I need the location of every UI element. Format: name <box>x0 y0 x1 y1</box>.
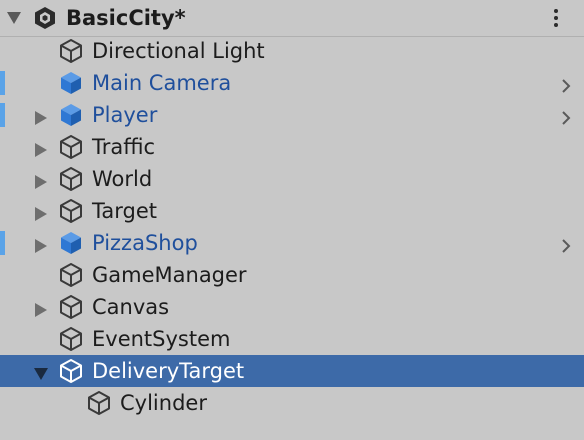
prefab-override-marker <box>0 231 5 255</box>
cube-outline-icon <box>58 166 84 192</box>
expand-right-icon[interactable] <box>33 171 49 189</box>
hierarchy-item-label: PizzaShop <box>92 231 198 255</box>
scene-title: BasicCity* <box>66 6 186 30</box>
cube-outline-icon <box>58 358 84 384</box>
hierarchy-item-target[interactable]: Target <box>0 195 584 227</box>
kebab-menu-icon[interactable] <box>545 6 567 30</box>
hierarchy-item-pizzashop[interactable]: PizzaShop <box>0 227 584 259</box>
hierarchy-item-cylinder[interactable]: Cylinder <box>0 387 584 419</box>
expand-right-icon[interactable] <box>33 139 49 157</box>
hierarchy-item-label: Main Camera <box>92 71 232 95</box>
unity-scene-icon <box>32 5 58 31</box>
hierarchy-item-label: World <box>92 167 153 191</box>
cube-outline-icon <box>58 38 84 64</box>
hierarchy-item-main-camera[interactable]: Main Camera <box>0 67 584 99</box>
hierarchy-item-eventsystem[interactable]: EventSystem <box>0 323 584 355</box>
hierarchy-item-traffic[interactable]: Traffic <box>0 131 584 163</box>
hierarchy-item-gamemanager[interactable]: GameManager <box>0 259 584 291</box>
prefab-override-marker <box>0 103 5 127</box>
hierarchy-item-world[interactable]: World <box>0 163 584 195</box>
hierarchy-item-label: GameManager <box>92 263 247 287</box>
cube-outline-icon <box>58 134 84 160</box>
hierarchy-item-directional-light[interactable]: Directional Light <box>0 35 584 67</box>
chevron-right-icon[interactable] <box>558 107 574 125</box>
hierarchy-item-label: Traffic <box>92 135 156 159</box>
cube-outline-icon <box>58 262 84 288</box>
fold-down-icon[interactable] <box>4 8 24 28</box>
cube-prefab-icon <box>58 230 84 256</box>
cube-outline-icon <box>58 294 84 320</box>
cube-prefab-icon <box>58 102 84 128</box>
cube-prefab-icon <box>58 70 84 96</box>
expand-down-icon[interactable] <box>33 363 49 380</box>
hierarchy-item-label: Canvas <box>92 295 170 319</box>
hierarchy-item-deliverytarget[interactable]: DeliveryTarget <box>0 355 584 387</box>
hierarchy-item-label: DeliveryTarget <box>92 359 245 383</box>
hierarchy-item-label: Cylinder <box>120 391 207 415</box>
chevron-right-icon[interactable] <box>558 235 574 253</box>
cube-outline-icon <box>58 326 84 352</box>
prefab-override-marker <box>0 71 5 95</box>
expand-right-icon[interactable] <box>33 107 49 125</box>
expand-right-icon[interactable] <box>33 203 49 221</box>
cube-outline-icon <box>86 390 112 416</box>
chevron-right-icon[interactable] <box>558 75 574 93</box>
hierarchy-item-label: Directional Light <box>92 39 265 63</box>
hierarchy-item-player[interactable]: Player <box>0 99 584 131</box>
cube-outline-icon <box>58 198 84 224</box>
expand-right-icon[interactable] <box>33 235 49 253</box>
scene-header[interactable]: BasicCity* <box>0 0 584 37</box>
hierarchy-item-label: Player <box>92 103 158 127</box>
hierarchy-item-label: Target <box>92 199 157 223</box>
hierarchy-item-canvas[interactable]: Canvas <box>0 291 584 323</box>
expand-right-icon[interactable] <box>33 299 49 317</box>
hierarchy-item-label: EventSystem <box>92 327 231 351</box>
